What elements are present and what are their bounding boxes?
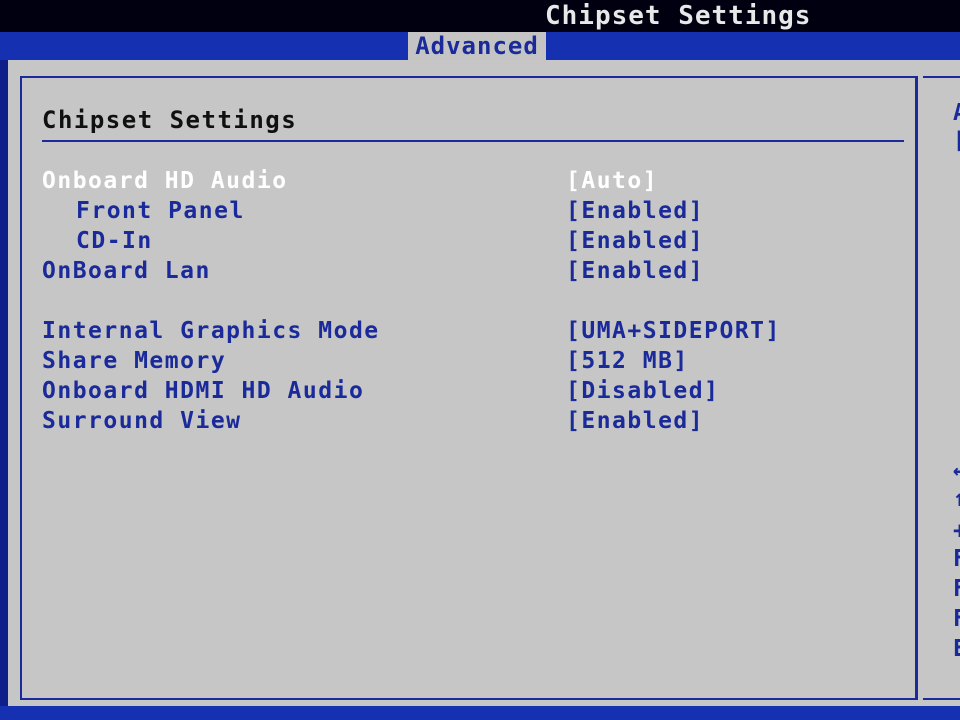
escape-key-hint: E — [953, 636, 960, 662]
setting-label-share-memory[interactable]: Share Memory — [42, 346, 226, 376]
help-panel: A [ ← ↑ + F F F E — [923, 76, 960, 700]
setting-label-onboard-hd-audio[interactable]: Onboard HD Audio — [42, 166, 288, 196]
setting-label-surround-view[interactable]: Surround View — [42, 406, 242, 436]
plus-minus-icon: + — [953, 518, 960, 544]
setting-value-onboard-hd-audio[interactable]: [Auto] — [566, 166, 658, 196]
menu-bar: Advanced — [0, 32, 960, 60]
function-key-hint: F — [953, 606, 960, 632]
setting-value-internal-graphics-mode[interactable]: [UMA+SIDEPORT] — [566, 316, 781, 346]
main-area: Chipset Settings Onboard HD Audio [Auto]… — [8, 60, 960, 706]
help-text-char: [ — [953, 128, 960, 154]
left-right-arrow-icon: ← — [953, 458, 960, 484]
panel-divider — [42, 140, 904, 142]
footer-bar — [0, 706, 960, 720]
setting-value-onboard-hdmi-hd-audio[interactable]: [Disabled] — [566, 376, 719, 406]
setting-label-onboard-hdmi-hd-audio[interactable]: Onboard HDMI HD Audio — [42, 376, 364, 406]
setting-value-cd-in[interactable]: [Enabled] — [566, 226, 704, 256]
title-bar: Chipset Settings — [0, 0, 960, 32]
setting-label-internal-graphics-mode[interactable]: Internal Graphics Mode — [42, 316, 380, 346]
setting-label-front-panel[interactable]: Front Panel — [76, 196, 245, 226]
tab-advanced[interactable]: Advanced — [408, 32, 546, 60]
help-text-char: A — [953, 100, 960, 126]
screen-title: Chipset Settings — [545, 1, 812, 31]
setting-value-front-panel[interactable]: [Enabled] — [566, 196, 704, 226]
setting-value-onboard-lan[interactable]: [Enabled] — [566, 256, 704, 286]
settings-panel: Chipset Settings Onboard HD Audio [Auto]… — [20, 76, 918, 700]
setting-value-surround-view[interactable]: [Enabled] — [566, 406, 704, 436]
up-down-arrow-icon: ↑ — [953, 486, 960, 512]
setting-value-share-memory[interactable]: [512 MB] — [566, 346, 689, 376]
setting-label-onboard-lan[interactable]: OnBoard Lan — [42, 256, 211, 286]
function-key-hint: F — [953, 576, 960, 602]
function-key-hint: F — [953, 546, 960, 572]
panel-title: Chipset Settings — [42, 106, 298, 134]
setting-label-cd-in[interactable]: CD-In — [76, 226, 153, 256]
